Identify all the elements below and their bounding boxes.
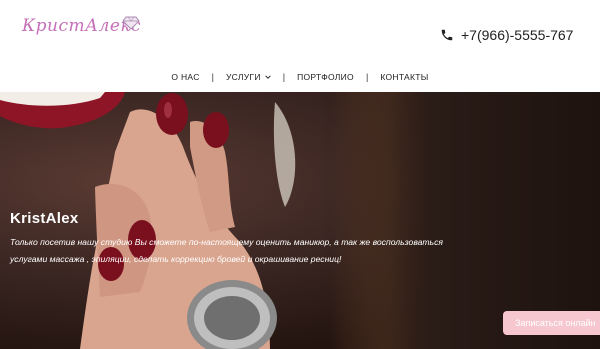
diamond-icon — [122, 16, 140, 30]
hero-description: Только посетив нашу студию Вы сможете по… — [10, 237, 443, 264]
book-online-button[interactable]: Записаться онлайн — [503, 311, 600, 335]
phone-number: +7(966)-5555-767 — [461, 27, 574, 43]
nav-item-services[interactable]: УСЛУГИ — [214, 72, 283, 82]
hero-title: KristAlex — [10, 210, 79, 227]
nav-item-about[interactable]: О НАС — [159, 72, 211, 82]
chevron-down-icon — [264, 75, 271, 79]
nav-item-services-label: УСЛУГИ — [225, 72, 261, 82]
phone-icon — [441, 29, 453, 41]
site-header: КристАлекс +7(966)-5555-767 О НАС | УСЛУ… — [0, 0, 600, 92]
phone-contact[interactable]: +7(966)-5555-767 — [440, 27, 573, 43]
main-nav: О НАС | УСЛУГИ | ПОРТФОЛИО | КОНТАКТЫ — [0, 72, 600, 82]
nav-item-portfolio[interactable]: ПОРТФОЛИО — [285, 72, 366, 82]
nav-item-contacts[interactable]: КОНТАКТЫ — [368, 72, 440, 82]
logo[interactable]: КристАлекс — [22, 10, 147, 58]
